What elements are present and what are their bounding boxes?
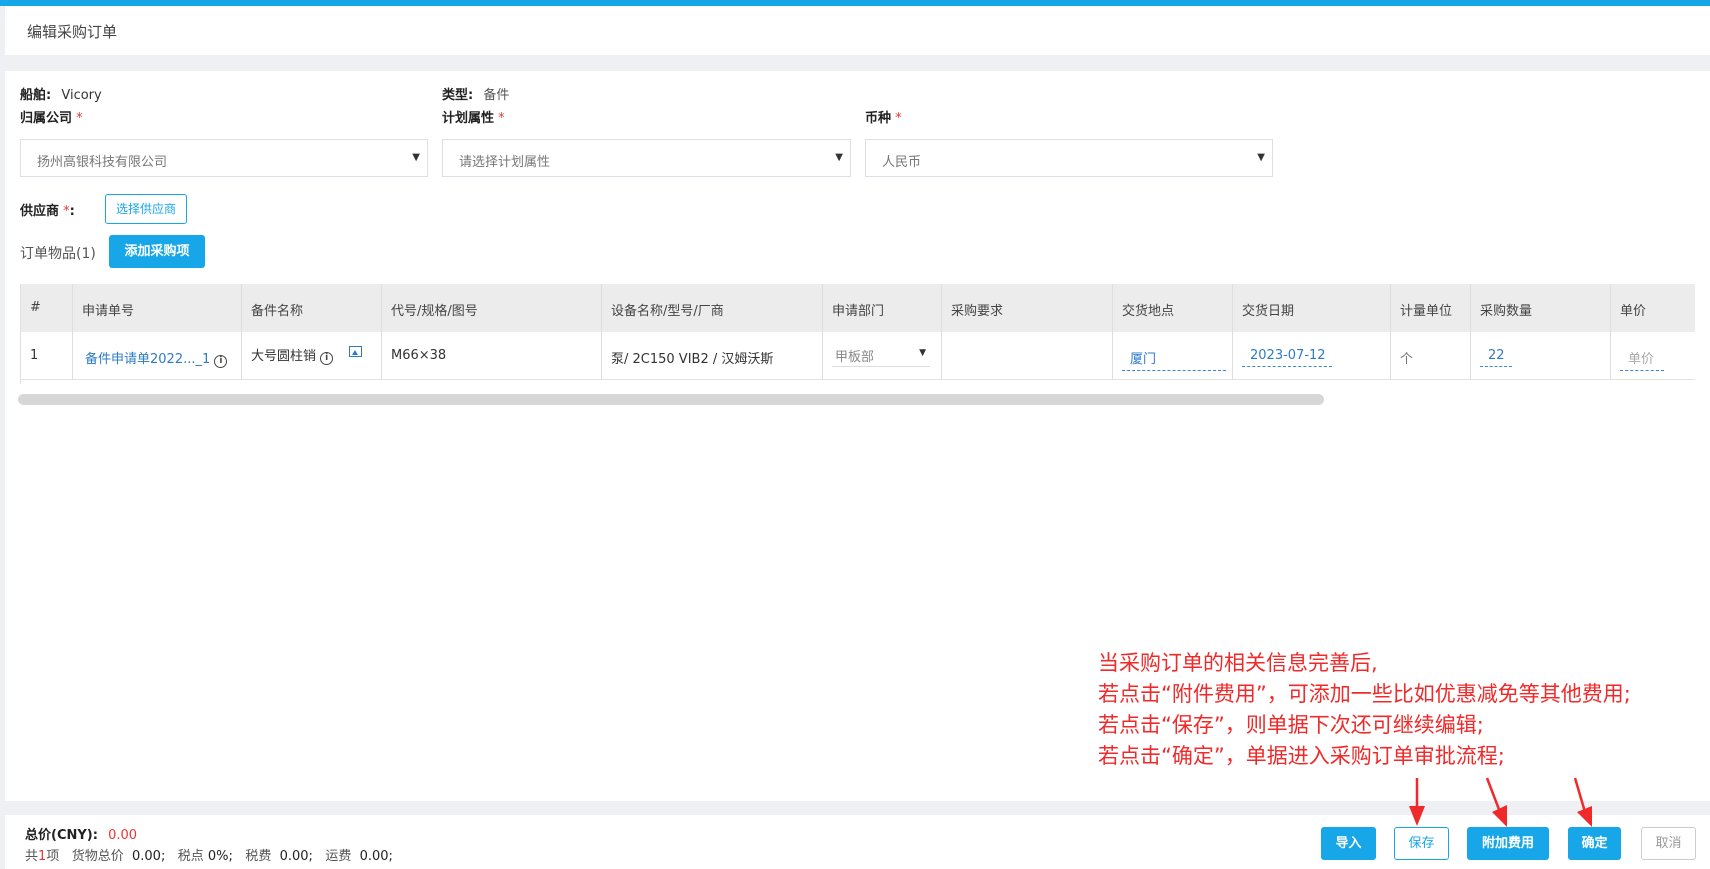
col-header-code: 代号/规格/图号 [382,284,602,332]
freight-value: 0.00; [359,849,393,864]
col-header-department: 申请部门 [823,284,942,332]
plan-label: 计划属性 [442,111,495,126]
total-label: 总价(CNY): [25,828,98,843]
cell-date: 2023-07-12 [1233,332,1391,380]
cell-index: 1 [21,332,73,380]
confirm-button[interactable]: 确定 [1568,827,1621,860]
col-header-quantity: 采购数量 [1471,284,1611,332]
annotation-line: 若点击“确定”，单据进入采购订单审批流程; [1098,744,1505,768]
plan-field-label: 计划属性 * [442,107,505,126]
table-horizontal-scrollbar[interactable] [18,394,1324,405]
footer-bar: 总价(CNY): 0.00 共1项 货物总价 0.00; 税点 0%; 税费 0… [5,815,1710,869]
ship-label: 船舶: [20,88,52,103]
tax-rate-label: 税点 [177,849,204,864]
order-items-table: # 申请单号 备件名称 代号/规格/图号 设备名称/型号/厂商 申请部门 采购要… [20,284,1695,384]
location-input[interactable]: 厦门 [1122,348,1226,371]
annotation-line: 若点击“附件费用”，可添加一些比如优惠减免等其他费用; [1098,682,1631,706]
cell-equipment: 泵/ 2C150 VIB2 / 汉姆沃斯 [602,332,823,380]
company-field-label: 归属公司 * [20,107,83,126]
freight-label: 运费 [325,849,352,864]
annotation-line: 若点击“保存”，则单据下次还可继续编辑; [1098,713,1484,737]
required-mark: * [498,111,505,126]
required-mark: * [76,111,83,126]
image-icon[interactable] [349,346,362,357]
request-no-link[interactable]: 备件申请单2022..._1 [85,352,210,367]
chevron-down-icon: ▼ [919,348,926,358]
chevron-down-icon: ▼ [1257,152,1265,163]
part-name-text: 大号圆柱销 [251,349,317,364]
annotation-note: 当采购订单的相关信息完善后, 若点击“附件费用”，可添加一些比如优惠减免等其他费… [1098,648,1698,772]
currency-field-label: 币种 * [865,107,902,126]
tax-rate-value: 0%; [207,849,233,864]
cell-location: 厦门 [1113,332,1233,380]
cell-quantity: 22 [1471,332,1611,380]
import-button[interactable]: 导入 [1321,827,1376,860]
page-header: 编辑采购订单 [5,6,1710,55]
annotation-line: 当采购订单的相关信息完善后, [1098,651,1378,675]
col-header-part-name: 备件名称 [242,284,382,332]
supplier-field-label: 供应商 *: [20,200,75,219]
save-button[interactable]: 保存 [1394,827,1449,860]
count-suffix: 项 [46,849,60,864]
currency-select[interactable]: 人民币 ▼ [865,139,1273,177]
select-supplier-button[interactable]: 选择供应商 [105,194,187,224]
price-input[interactable]: 单价 [1620,348,1664,371]
quantity-input[interactable]: 22 [1480,348,1512,367]
col-header-equipment: 设备名称/型号/厂商 [602,284,823,332]
company-label: 归属公司 [20,111,73,126]
extra-fee-button[interactable]: 附加费用 [1467,827,1549,860]
cell-part-name: 大号圆柱销 i [242,332,382,380]
col-header-price: 单价 [1620,304,1647,319]
tax-label: 税费 [245,849,272,864]
col-header-requirement: 采购要求 [942,284,1113,332]
total-value: 0.00 [108,828,138,843]
info-icon[interactable]: i [214,355,228,368]
goods-label: 货物总价 [71,849,124,864]
ship-value: Vicory [61,88,102,103]
department-select[interactable]: 甲板部 ▼ [832,343,930,367]
count-prefix: 共 [25,849,39,864]
required-mark: * [895,111,902,126]
cell-code: M66×38 [382,332,602,380]
type-label: 类型: [442,88,474,103]
col-header-date: 交货日期 [1233,284,1391,332]
col-header-request-no: 申请单号 [73,284,242,332]
order-summary: 共1项 货物总价 0.00; 税点 0%; 税费 0.00; 运费 0.00; [25,845,393,864]
chevron-down-icon: ▼ [835,152,843,163]
cell-unit: 个 [1391,332,1471,380]
ship-field: 船舶: Vicory [20,84,102,103]
plan-select-placeholder: 请选择计划属性 [459,155,551,170]
col-header-location: 交货地点 [1113,284,1233,332]
page-title: 编辑采购订单 [27,23,118,41]
cell-request-no: 备件申请单2022..._1 i [73,332,242,380]
goods-value: 0.00; [132,849,166,864]
plan-select[interactable]: 请选择计划属性 ▼ [442,139,851,177]
company-select-value: 扬州高银科技有限公司 [37,155,168,170]
total-price: 总价(CNY): 0.00 [25,824,137,843]
type-field: 类型: 备件 [442,84,509,103]
company-select[interactable]: 扬州高银科技有限公司 ▼ [20,139,428,177]
chevron-down-icon: ▼ [412,152,420,163]
order-items-label: 订单物品(1) [20,246,96,262]
cell-department: 甲板部 ▼ [823,332,942,380]
supplier-colon: : [69,204,75,219]
add-item-button[interactable]: 添加采购项 [109,235,205,268]
col-header-index: # [21,284,73,332]
currency-select-value: 人民币 [882,155,922,170]
cell-price: 单价 [1611,332,1695,380]
table-row: 1 备件申请单2022..._1 i 大号圆柱销 i M66×38 泵/ 2C1… [21,332,1695,380]
currency-label: 币种 [865,111,892,126]
info-icon[interactable]: i [320,352,334,365]
supplier-label: 供应商 [20,204,60,219]
type-value: 备件 [483,88,510,103]
tax-value: 0.00; [279,849,313,864]
col-header-unit: 计量单位 [1391,284,1471,332]
date-input[interactable]: 2023-07-12 [1242,348,1332,367]
cancel-button[interactable]: 取消 [1641,827,1696,860]
cell-requirement[interactable] [942,332,1113,380]
table-header: # 申请单号 备件名称 代号/规格/图号 设备名称/型号/厂商 申请部门 采购要… [21,284,1695,332]
